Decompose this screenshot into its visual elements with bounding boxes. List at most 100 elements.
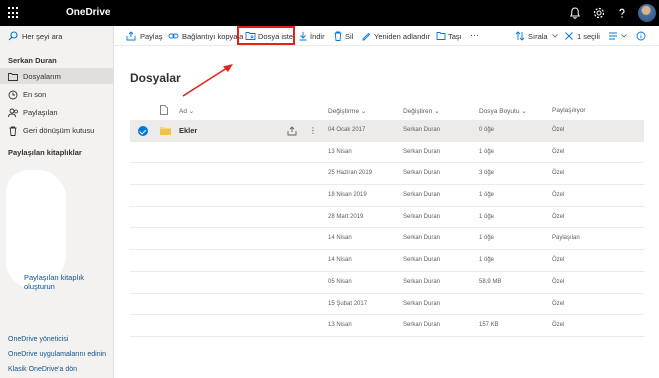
table-row[interactable]: 05 Nisan Serkan Duran 58,9 MB Özel — [130, 272, 644, 294]
get-onedrive-apps-link[interactable]: OneDrive uygulamalarını edinin — [8, 351, 106, 358]
app-launcher-icon[interactable] — [8, 7, 20, 19]
chevron-down-icon — [621, 34, 627, 38]
recycle-bin-icon — [9, 126, 17, 136]
row-modified: 13 Nisan — [328, 148, 352, 155]
row-size: 157 KB — [479, 322, 499, 329]
row-modified-by: Serkan Duran — [403, 322, 441, 329]
row-modified: 13 Nisan — [328, 322, 352, 329]
row-modified-by: Serkan Duran — [403, 278, 441, 285]
column-header-sharing[interactable]: Paylaşılıyor — [552, 107, 586, 114]
folder-icon — [8, 73, 18, 81]
sidebar-item-label: Geri dönüşüm kutusu — [23, 126, 95, 135]
row-sharing: Özel — [552, 127, 565, 133]
row-modified: 18 Nisan 2019 — [328, 192, 367, 199]
table-row[interactable]: 14 Nisan Serkan Duran 1 öğe Paylaşılan — [130, 228, 644, 251]
row-modified-by: Serkan Duran — [403, 257, 441, 264]
row-size: 0 öğe — [479, 127, 495, 133]
row-sharing: Özel — [552, 170, 565, 177]
row-sharing: Özel — [552, 192, 565, 199]
sidebar-item-label: Paylaşılan — [23, 108, 58, 117]
app-name[interactable]: OneDrive — [66, 7, 110, 18]
row-modified-by: Serkan Duran — [403, 170, 441, 177]
table-row[interactable]: 14 Nisan Serkan Duran 1 öğe Özel — [130, 250, 644, 272]
download-icon — [299, 32, 307, 41]
row-modified-by: Serkan Duran — [403, 235, 441, 242]
shared-libraries-heading: Paylaşılan kitaplıklar — [8, 148, 82, 157]
row-size: 1 öğe — [479, 213, 495, 220]
table-row[interactable]: 28 Mart 2019 Serkan Duran 1 öğe Özel — [130, 207, 644, 229]
sidebar-item-my-files[interactable]: Dosyalarım — [0, 68, 114, 84]
row-sharing: Özel — [552, 213, 565, 220]
view-list-icon — [609, 32, 617, 40]
row-modified-by: Serkan Duran — [403, 300, 441, 307]
table-row[interactable]: 13 Nisan Serkan Duran 157 KB Özel — [130, 315, 644, 337]
row-modified: 04 Ocak 2017 — [328, 127, 366, 133]
gear-icon[interactable] — [592, 6, 606, 20]
table-row[interactable]: 13 Nisan Serkan Duran 1 öğe Özel — [130, 142, 644, 164]
sort-icon — [515, 31, 525, 41]
row-size: 1 öğe — [479, 148, 495, 155]
row-name[interactable]: Ekler — [179, 126, 197, 135]
annotation-arrow-icon — [182, 64, 233, 97]
row-sharing: Özel — [552, 278, 565, 285]
more-options-icon[interactable]: ⋮ — [309, 126, 317, 135]
search-icon — [8, 31, 18, 41]
row-modified-by: Serkan Duran — [403, 213, 441, 220]
top-header: OneDrive — [0, 0, 659, 26]
nav-user-name: Serkan Duran — [8, 56, 57, 65]
row-modified-by: Serkan Duran — [403, 148, 441, 155]
create-shared-library-link[interactable]: Paylaşılan kitaplık oluşturun — [24, 273, 113, 291]
redacted-area — [6, 170, 66, 288]
trash-icon — [334, 31, 342, 41]
row-modified: 15 Şubat 2017 — [328, 300, 368, 307]
sidebar-item-shared[interactable]: Paylaşılan — [0, 104, 114, 120]
help-icon[interactable] — [615, 6, 629, 20]
table-row[interactable]: 18 Nisan 2019 Serkan Duran 1 öğe Özel — [130, 185, 644, 207]
bell-icon[interactable] — [568, 6, 582, 20]
sidebar-item-recycle-bin[interactable]: Geri dönüşüm kutusu — [0, 122, 114, 138]
row-modified: 14 Nisan — [328, 257, 352, 264]
row-modified: 05 Nisan — [328, 278, 352, 285]
command-bar: Paylaş Bağlantıyı kopyala Dosya iste İnd… — [114, 26, 659, 46]
people-icon — [8, 108, 18, 118]
file-list: Ekler ⋮ 04 Ocak 2017 Serkan Duran 0 öğe Özel 1… — [130, 120, 644, 337]
share-icon — [126, 31, 136, 41]
rename-icon — [362, 32, 371, 41]
list-header: Ad ⌄ Değiştirme ⌄ Değiştiren ⌄ Dosya Boy… — [130, 102, 644, 118]
share-icon[interactable] — [287, 126, 297, 136]
row-sharing: Özel — [552, 300, 565, 307]
move-icon — [436, 32, 446, 40]
column-header-modified[interactable]: Değiştirme ⌄ — [328, 107, 366, 115]
clock-icon — [8, 90, 18, 100]
sidebar-item-recent[interactable]: En son — [0, 86, 114, 102]
info-icon — [636, 31, 646, 41]
column-header-modified-by[interactable]: Değiştiren ⌄ — [403, 107, 440, 115]
sidebar-item-label: Dosyalarım — [23, 72, 61, 81]
file-type-icon[interactable] — [160, 105, 168, 115]
row-size: 1 öğe — [479, 257, 495, 264]
onedrive-admin-link[interactable]: OneDrive yöneticisi — [8, 336, 68, 343]
table-row[interactable]: 15 Şubat 2017 Serkan Duran Özel — [130, 294, 644, 316]
table-row[interactable]: Ekler ⋮ 04 Ocak 2017 Serkan Duran 0 öğe Özel — [130, 120, 644, 142]
column-header-name[interactable]: Ad ⌄ — [179, 107, 194, 115]
row-size: 1 öğe — [479, 235, 495, 242]
row-size: 1 öğe — [479, 192, 495, 199]
left-navigation: Her şeyi ara Serkan Duran Dosyalarım En … — [0, 26, 114, 378]
row-modified: 28 Mart 2019 — [328, 213, 364, 220]
search-placeholder: Her şeyi ara — [22, 32, 63, 41]
close-icon — [565, 32, 573, 40]
sidebar-item-label: En son — [23, 90, 47, 99]
link-icon — [168, 33, 179, 39]
column-header-size[interactable]: Dosya Boyutu ⌄ — [479, 107, 527, 115]
user-avatar[interactable] — [638, 4, 656, 22]
row-check-icon[interactable] — [138, 126, 148, 136]
request-files-highlight-box — [237, 26, 295, 45]
row-sharing: Özel — [552, 322, 565, 329]
row-sharing: Özel — [552, 148, 565, 155]
row-sharing: Özel — [552, 257, 565, 264]
search-box[interactable]: Her şeyi ara — [0, 26, 114, 46]
table-row[interactable]: 25 Haziran 2019 Serkan Duran 3 öğe Özel — [130, 163, 644, 186]
classic-onedrive-link[interactable]: Klasik OneDrive'a dön — [8, 366, 77, 373]
onedrive-window: OneDrive Her şeyi ara Serkan Duran Dosya… — [0, 0, 659, 378]
chevron-down-icon — [552, 34, 558, 38]
